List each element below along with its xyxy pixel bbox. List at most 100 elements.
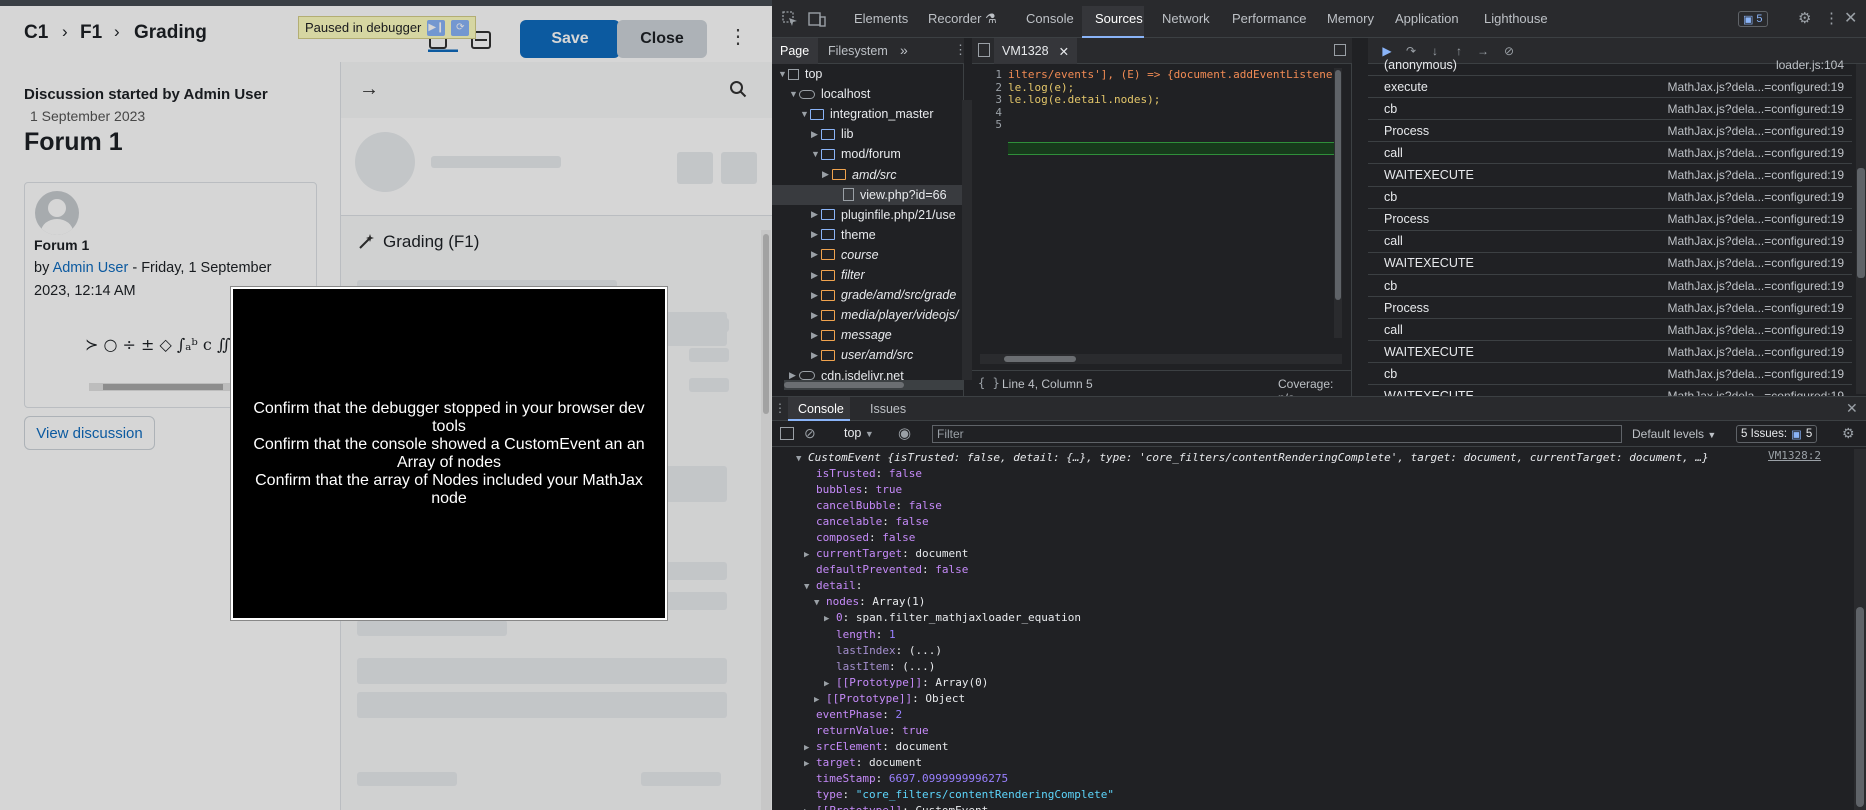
navigator-tab-filesystem[interactable]: Filesystem <box>828 44 888 58</box>
code-line[interactable]: le.log(e.detail.nodes); <box>1008 93 1160 106</box>
property-row[interactable]: ▶ 0: span.filter_mathjaxloader_equation <box>824 611 1081 627</box>
expand-triangle-icon[interactable]: ▶ <box>822 169 832 180</box>
tab-recorder[interactable]: Recorder ⚗ <box>928 11 997 27</box>
property-row[interactable]: ▶ [[Prototype]]: Array(0) <box>824 676 988 692</box>
arrow-right-icon[interactable]: → <box>359 78 379 101</box>
line-number[interactable]: 5 <box>972 118 1002 131</box>
expand-triangle-icon[interactable]: ▶ <box>804 759 816 769</box>
navigator-scrollbar-thumb[interactable] <box>784 382 904 388</box>
tree-item[interactable]: ▼ top <box>772 64 962 84</box>
property-row[interactable]: ▶[[Prototype]]: CustomEvent <box>804 804 988 810</box>
toggle-navigator-icon[interactable] <box>978 43 990 57</box>
call-frame[interactable]: execute MathJax.js?dela...=configured:19 <box>1368 76 1852 99</box>
resume-icon[interactable]: ▶❙ <box>427 19 446 36</box>
tree-item[interactable]: ▼ integration_master <box>772 104 962 124</box>
expand-triangle-icon[interactable]: ▼ <box>778 69 788 79</box>
close-icon[interactable]: ✕ <box>1844 8 1857 28</box>
tab-console[interactable]: Console <box>1026 11 1074 26</box>
line-number[interactable]: 4 <box>972 106 1002 119</box>
device-toggle-icon[interactable] <box>808 11 826 27</box>
breadcrumb-c1[interactable]: C1 <box>24 22 48 44</box>
event-header[interactable]: ▼ CustomEvent {isTrusted: false, detail: … <box>796 451 1709 467</box>
code-line[interactable]: ilters/events'], (E) => {document.addEve… <box>1008 68 1339 81</box>
more-options-icon[interactable]: ⋮ <box>954 42 967 58</box>
clear-console-icon[interactable]: ⊘ <box>804 425 816 442</box>
property-row[interactable]: ▶ [[Prototype]]: Object <box>814 692 965 708</box>
grading-scrollbar-thumb[interactable] <box>763 234 769 414</box>
tab-sources[interactable]: Sources <box>1095 11 1143 26</box>
call-frame[interactable]: WAITEXECUTE MathJax.js?dela...=configured… <box>1368 165 1852 187</box>
console-scrollbar-thumb[interactable] <box>1856 607 1864 807</box>
tree-item[interactable]: ▶ user/amd/src <box>772 345 962 365</box>
step-over-icon[interactable]: ⟳ <box>451 19 470 36</box>
expand-triangle-icon[interactable]: ▶ <box>811 330 821 341</box>
author-link[interactable]: Admin User <box>53 260 129 276</box>
more-options-icon[interactable]: ⋮ <box>774 401 786 415</box>
line-number[interactable]: 1 <box>972 68 1002 81</box>
call-frame[interactable]: call MathJax.js?dela...=configured:19 <box>1368 231 1852 253</box>
breadcrumb-f1[interactable]: F1 <box>80 22 102 44</box>
call-frame[interactable]: cb MathJax.js?dela...=configured:19 <box>1368 98 1852 121</box>
view-discussion-button[interactable]: View discussion <box>24 416 155 450</box>
search-icon[interactable] <box>729 80 747 98</box>
gear-icon[interactable]: ⚙ <box>1842 425 1855 442</box>
toggle-debugger-icon[interactable] <box>1334 44 1346 56</box>
navigator-more-tabs[interactable]: » <box>900 42 908 58</box>
editor-tab-vm1328[interactable]: VM1328 ✕ <box>994 38 1078 64</box>
property-row[interactable]: ▶ currentTarget: document <box>804 547 968 563</box>
expand-triangle-icon[interactable]: ▶ <box>824 679 836 689</box>
code-line[interactable]: le.log(e); <box>1008 81 1074 94</box>
property-row[interactable]: ▶ srcElement: document <box>804 740 948 756</box>
call-frame[interactable]: WAITEXECUTE MathJax.js?dela...=configured… <box>1368 253 1852 275</box>
gear-icon[interactable]: ⚙ <box>1798 9 1811 27</box>
tree-item[interactable]: ▶ amd/src <box>772 165 962 185</box>
eye-icon[interactable]: ◉ <box>898 424 911 442</box>
expand-triangle-icon[interactable]: ▶ <box>811 270 821 281</box>
tab-application[interactable]: Application <box>1395 11 1459 26</box>
tree-item[interactable]: ▼ mod/forum <box>772 144 962 164</box>
issues-counter[interactable]: 5 Issues: ▣ 5 <box>1736 425 1818 443</box>
expand-triangle-icon[interactable]: ▶ <box>824 614 836 624</box>
call-frame[interactable]: WAITEXECUTE MathJax.js?dela...=configured… <box>1368 341 1852 364</box>
close-icon[interactable]: ✕ <box>1059 44 1069 59</box>
save-button[interactable]: Save <box>520 20 620 58</box>
property-row[interactable]: ▼ detail: <box>804 579 862 595</box>
expand-triangle-icon[interactable]: ▼ <box>814 598 826 608</box>
property-row[interactable]: ▼ nodes: Array(1) <box>814 595 925 611</box>
close-button[interactable]: Close <box>617 20 707 58</box>
close-icon[interactable]: ✕ <box>1846 400 1858 417</box>
debugger-scrollbar-thumb[interactable] <box>1857 168 1865 278</box>
call-frame[interactable]: Process MathJax.js?dela...=configured:19 <box>1368 120 1852 143</box>
line-number[interactable]: 3 <box>972 93 1002 106</box>
tree-item[interactable]: ▶ message <box>772 325 962 345</box>
sidebar-toggle-icon[interactable] <box>780 427 794 440</box>
expand-triangle-icon[interactable]: ▶ <box>811 129 821 140</box>
tree-item[interactable]: ▶ course <box>772 245 962 265</box>
expand-triangle-icon[interactable]: ▼ <box>789 89 799 99</box>
equation-scrollbar-thumb[interactable] <box>103 384 223 390</box>
tab-memory[interactable]: Memory <box>1327 11 1374 26</box>
pretty-print-icon[interactable]: { } <box>978 376 1000 390</box>
drawer-tab-console[interactable]: Console <box>798 402 844 416</box>
call-frame[interactable]: cb MathJax.js?dela...=configured:19 <box>1368 187 1852 209</box>
call-frame[interactable]: cb MathJax.js?dela...=configured:19 <box>1368 363 1852 386</box>
tree-item[interactable]: ▶ media/player/videojs/ <box>772 305 962 325</box>
expand-triangle-icon[interactable]: ▼ <box>811 149 821 159</box>
call-frame[interactable]: cb MathJax.js?dela...=configured:19 <box>1368 275 1852 297</box>
property-row[interactable]: ▶ target: document <box>804 756 922 772</box>
call-frame[interactable]: call MathJax.js?dela...=configured:19 <box>1368 319 1852 342</box>
expand-triangle-icon[interactable]: ▶ <box>814 695 826 705</box>
expand-triangle-icon[interactable]: ▼ <box>804 582 816 592</box>
editor-horizontal-scrollbar-thumb[interactable] <box>1004 356 1076 362</box>
expand-triangle-icon[interactable]: ▶ <box>811 310 821 321</box>
tab-network[interactable]: Network <box>1162 11 1210 26</box>
more-options-icon[interactable]: ⋮ <box>728 24 748 49</box>
tab-lighthouse[interactable]: Lighthouse <box>1484 11 1548 26</box>
tree-item[interactable]: ▶ theme <box>772 225 962 245</box>
navigator-vertical-scrollbar[interactable] <box>962 100 972 380</box>
drawer-tab-issues[interactable]: Issues <box>870 402 906 416</box>
tree-item[interactable]: ▶ lib <box>772 124 962 144</box>
more-options-icon[interactable]: ⋮ <box>1824 9 1839 27</box>
expand-triangle-icon[interactable]: ▶ <box>811 229 821 240</box>
expand-triangle-icon[interactable]: ▶ <box>804 743 816 753</box>
